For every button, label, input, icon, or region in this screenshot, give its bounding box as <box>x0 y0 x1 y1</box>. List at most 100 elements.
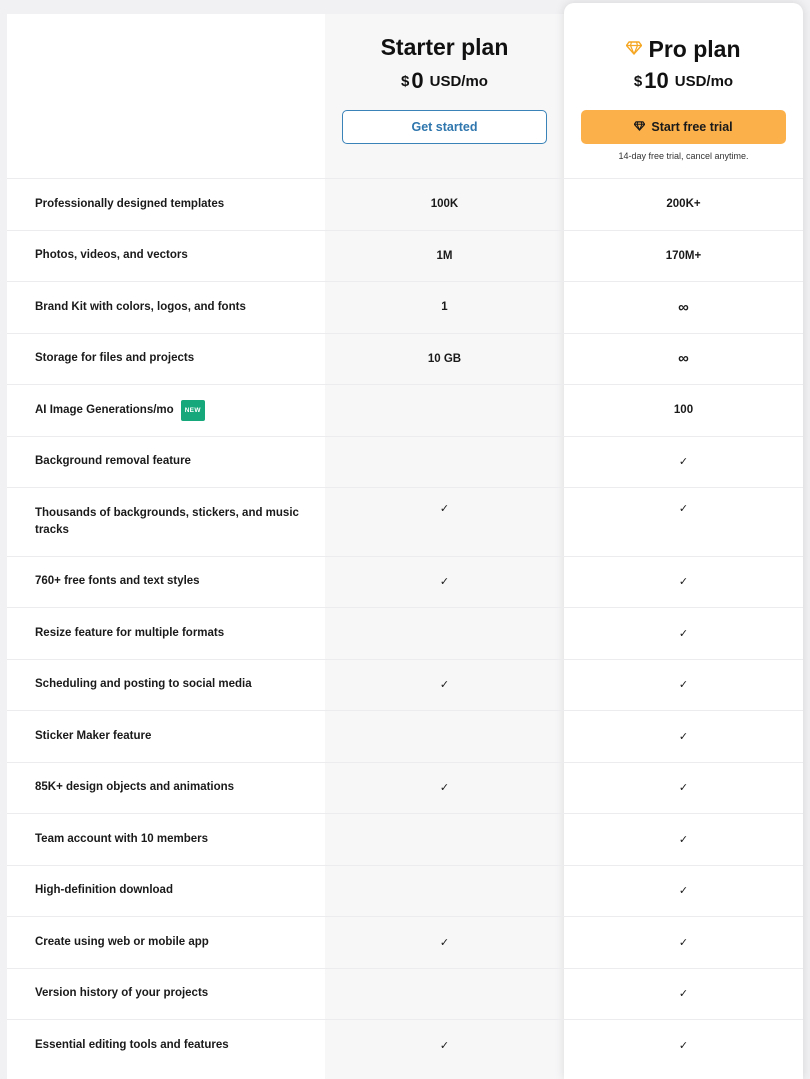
feature-label-cell: Version history of your projects <box>35 969 305 1020</box>
feature-label: AI Image Generations/mo <box>35 403 174 416</box>
check-icon: ✓ <box>439 936 450 949</box>
feature-label: Version history of your projects <box>35 987 209 1000</box>
feature-label: Photos, videos, and vectors <box>35 249 188 262</box>
pro-value-cell: ✓ <box>564 608 803 659</box>
starter-price: $0 USD/mo <box>325 68 564 94</box>
feature-label-cell: Team account with 10 members <box>35 814 305 865</box>
gem-icon <box>626 34 643 61</box>
feature-label: Thousands of backgrounds, stickers, and … <box>35 506 299 536</box>
feature-label: Brand Kit with colors, logos, and fonts <box>35 300 246 313</box>
check-icon: ✓ <box>439 679 450 692</box>
feature-label: Sticker Maker feature <box>35 729 152 742</box>
pro-currency: $ <box>633 73 643 90</box>
feature-label-cell: Storage for files and projects <box>35 334 305 385</box>
pro-value: 100 <box>673 404 694 417</box>
pro-value-cell: 170M+ <box>564 231 803 282</box>
starter-plan-title: Starter plan <box>325 34 564 61</box>
pro-value-cell: ∞ <box>564 282 803 333</box>
starter-value-cell <box>325 437 564 488</box>
check-icon: ✓ <box>678 936 689 949</box>
pro-plan-title: Pro plan <box>564 34 803 63</box>
feature-row: AI Image Generations/mo NEW 100 <box>7 384 803 436</box>
pro-value-cell: 200K+ <box>564 179 803 230</box>
feature-label-cell: 85K+ design objects and animations <box>35 763 305 814</box>
pro-value-cell: ✓ <box>564 866 803 917</box>
feature-label: 85K+ design objects and animations <box>35 781 235 794</box>
feature-label: Professionally designed templates <box>35 197 225 210</box>
feature-row: Resize feature for multiple formats ✓ <box>7 607 803 659</box>
pricing-comparison: Starter plan $0 USD/mo Get started Pro pl… <box>0 0 810 1079</box>
starter-currency: $ <box>401 73 410 90</box>
check-icon: ✓ <box>678 503 689 515</box>
feature-table: Professionally designed templates 100K 200… <box>7 178 803 1071</box>
check-icon: ✓ <box>678 782 689 795</box>
starter-amount: 0 <box>411 68 424 93</box>
feature-label: Resize feature for multiple formats <box>35 626 225 639</box>
feature-row: 85K+ design objects and animations ✓ ✓ <box>7 761 803 814</box>
check-icon: ✓ <box>678 988 689 1001</box>
starter-value: 10 GB <box>427 352 462 365</box>
feature-label: Create using web or mobile app <box>35 935 209 948</box>
pro-plan-title-text: Pro plan <box>648 36 741 62</box>
feature-label: Background removal feature <box>35 455 191 468</box>
check-icon: ✓ <box>439 782 450 795</box>
feature-label-cell: Essential editing tools and features <box>35 1020 305 1071</box>
get-started-label: Get started <box>411 120 478 134</box>
check-icon: ✓ <box>678 885 689 898</box>
pro-value-cell: ✓ <box>564 711 803 762</box>
pro-value-cell: ✓ <box>564 557 803 608</box>
infinity-icon: ∞ <box>678 298 689 316</box>
feature-row: Brand Kit with colors, logos, and fonts 1… <box>7 281 803 333</box>
check-icon: ✓ <box>678 679 689 692</box>
feature-row: Storage for files and projects 10 GB ∞ <box>7 332 803 385</box>
starter-unit: USD/mo <box>429 73 488 90</box>
check-icon: ✓ <box>678 627 689 640</box>
feature-row: Background removal feature ✓ <box>7 435 803 488</box>
gem-icon <box>634 120 646 134</box>
pro-amount: 10 <box>644 68 669 93</box>
pro-value-cell: ✓ <box>564 763 803 814</box>
feature-label-cell: Thousands of backgrounds, stickers, and … <box>35 488 305 556</box>
starter-value: 1 <box>441 301 448 314</box>
pro-value-cell: ✓ <box>564 437 803 488</box>
starter-value-cell: 1M <box>325 231 564 282</box>
feature-label-cell: 760+ free fonts and text styles <box>35 557 305 608</box>
pro-unit: USD/mo <box>674 73 734 90</box>
start-free-trial-button[interactable]: Start free trial <box>581 110 786 144</box>
starter-value-cell: ✓ <box>325 763 564 814</box>
starter-value-cell: ✓ <box>325 1020 564 1071</box>
feature-label: Team account with 10 members <box>35 832 208 845</box>
trial-note: 14-day free trial, cancel anytime. <box>618 151 749 161</box>
starter-value-cell: 1 <box>325 282 564 333</box>
feature-row: Version history of your projects ✓ <box>7 967 803 1020</box>
feature-row: Team account with 10 members ✓ <box>7 813 803 865</box>
feature-row: Essential editing tools and features ✓ ✓ <box>7 1019 803 1071</box>
feature-label: 760+ free fonts and text styles <box>35 575 200 588</box>
check-icon: ✓ <box>678 576 689 589</box>
feature-label-cell: Create using web or mobile app <box>35 917 305 968</box>
starter-value-cell: 100K <box>325 179 564 230</box>
starter-value-cell: ✓ <box>325 488 564 556</box>
feature-label-cell: High-definition download <box>35 866 305 917</box>
starter-value-cell <box>325 711 564 762</box>
feature-label-cell: Professionally designed templates <box>35 179 305 230</box>
pro-value-cell: 100 <box>564 385 803 436</box>
feature-label-cell: AI Image Generations/mo NEW <box>35 385 305 436</box>
starter-plan-title-text: Starter plan <box>380 34 509 60</box>
start-free-trial-label: Start free trial <box>651 120 733 134</box>
pro-value-cell: ✓ <box>564 917 803 968</box>
check-icon: ✓ <box>678 456 689 469</box>
pro-value-cell: ✓ <box>564 660 803 711</box>
infinity-icon: ∞ <box>678 350 689 368</box>
feature-label-cell: Background removal feature <box>35 437 305 488</box>
check-icon: ✓ <box>678 730 689 743</box>
get-started-button[interactable]: Get started <box>342 110 547 144</box>
check-icon: ✓ <box>439 576 450 589</box>
feature-row: Create using web or mobile app ✓ ✓ <box>7 916 803 968</box>
new-badge: NEW <box>180 399 205 421</box>
starter-value-cell <box>325 814 564 865</box>
feature-label: Scheduling and posting to social media <box>35 678 252 691</box>
pro-value: 170M+ <box>665 249 702 262</box>
feature-label: High-definition download <box>35 884 173 897</box>
starter-value-cell <box>325 969 564 1020</box>
